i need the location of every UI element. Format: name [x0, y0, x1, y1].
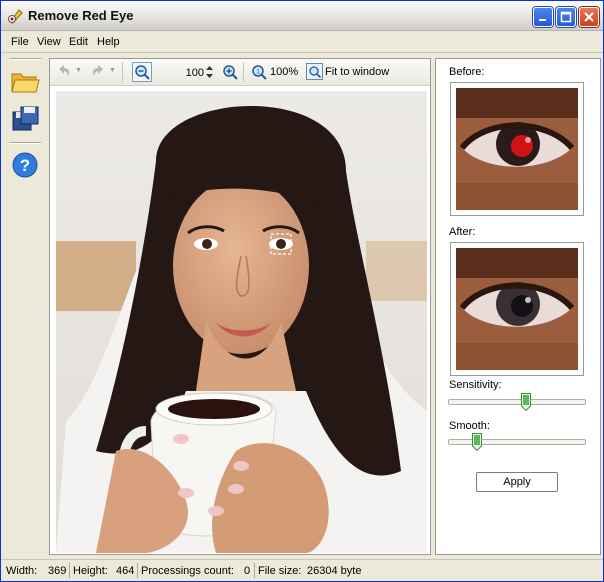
status-divider	[69, 563, 70, 578]
svg-text:?: ?	[20, 156, 30, 175]
apply-button[interactable]: Apply	[476, 472, 558, 492]
status-bar: Width: 369 Height: 464 Processings count…	[1, 559, 603, 581]
sidebar-divider	[9, 58, 41, 60]
help-icon[interactable]: ?	[10, 150, 40, 180]
menu-edit[interactable]: Edit	[69, 36, 88, 48]
menu-help[interactable]: Help	[97, 36, 120, 48]
menu-bar: File View Edit Help	[1, 32, 603, 53]
image-toolbar: ▼ ▼ 100 1 100% Fit to window	[50, 59, 430, 86]
undo-dropdown-icon[interactable]: ▼	[75, 67, 82, 74]
sensitivity-slider[interactable]	[448, 393, 588, 411]
zoom-in-icon[interactable]	[221, 63, 239, 81]
sensitivity-label: Sensitivity:	[449, 379, 502, 391]
smooth-slider[interactable]	[448, 433, 588, 451]
slider-track	[448, 399, 586, 405]
app-logo-icon	[8, 9, 23, 24]
slider-track	[448, 439, 586, 445]
open-folder-icon[interactable]	[10, 66, 40, 96]
save-icon[interactable]	[10, 104, 40, 134]
after-preview	[450, 242, 584, 376]
toolbar-divider	[243, 62, 244, 82]
width-value: 369	[48, 565, 67, 577]
menu-view[interactable]: View	[37, 36, 61, 48]
after-eye-image	[456, 248, 578, 370]
fit-to-window-button[interactable]: Fit to window	[325, 66, 389, 78]
smooth-slider-thumb[interactable]	[472, 433, 482, 451]
before-preview	[450, 82, 584, 216]
minimize-icon	[539, 19, 546, 21]
sensitivity-slider-thumb[interactable]	[521, 393, 531, 411]
maximize-button[interactable]	[556, 7, 576, 27]
file-size-value: 26304 byte	[307, 565, 362, 577]
actual-size-button[interactable]: 100%	[270, 66, 298, 78]
undo-icon[interactable]	[56, 63, 72, 79]
file-size-label: File size:	[258, 565, 302, 577]
width-label: Width:	[6, 565, 38, 577]
menu-file[interactable]: File	[11, 36, 29, 48]
app-window: Remove Red Eye File View Edit Help ? ▼ ▼…	[0, 0, 604, 582]
zoom-level-input[interactable]	[176, 65, 204, 80]
before-label: Before:	[449, 66, 485, 78]
height-value: 464	[116, 565, 135, 577]
side-toolbar: ?	[1, 54, 47, 555]
zoom-spinner-icon[interactable]	[205, 64, 214, 80]
close-icon	[584, 12, 594, 22]
photo-canvas[interactable]	[56, 91, 427, 553]
after-label: After:	[449, 226, 476, 238]
sidebar-divider	[9, 142, 41, 144]
processings-count-label: Processings count:	[141, 565, 234, 577]
actual-size-icon[interactable]: 1	[250, 63, 268, 81]
preview-panel: Before: After: Sensitivity: Smooth: Appl…	[435, 58, 601, 555]
image-panel: ▼ ▼ 100 1 100% Fit to window	[49, 58, 431, 555]
status-divider	[254, 563, 255, 578]
minimize-button[interactable]	[533, 7, 553, 27]
redo-icon[interactable]	[90, 63, 106, 79]
title-bar[interactable]: Remove Red Eye	[1, 1, 603, 31]
close-button[interactable]	[579, 7, 599, 27]
toolbar-divider	[122, 62, 123, 82]
status-divider	[137, 563, 138, 578]
redo-dropdown-icon[interactable]: ▼	[109, 67, 116, 74]
maximize-icon	[560, 11, 572, 23]
fit-to-window-icon[interactable]	[306, 63, 323, 80]
processings-count-value: 0	[244, 565, 251, 577]
before-eye-image	[456, 88, 578, 210]
window-title: Remove Red Eye	[28, 8, 134, 23]
height-label: Height:	[73, 565, 108, 577]
smooth-label: Smooth:	[449, 420, 490, 432]
zoom-out-icon[interactable]	[132, 62, 152, 82]
